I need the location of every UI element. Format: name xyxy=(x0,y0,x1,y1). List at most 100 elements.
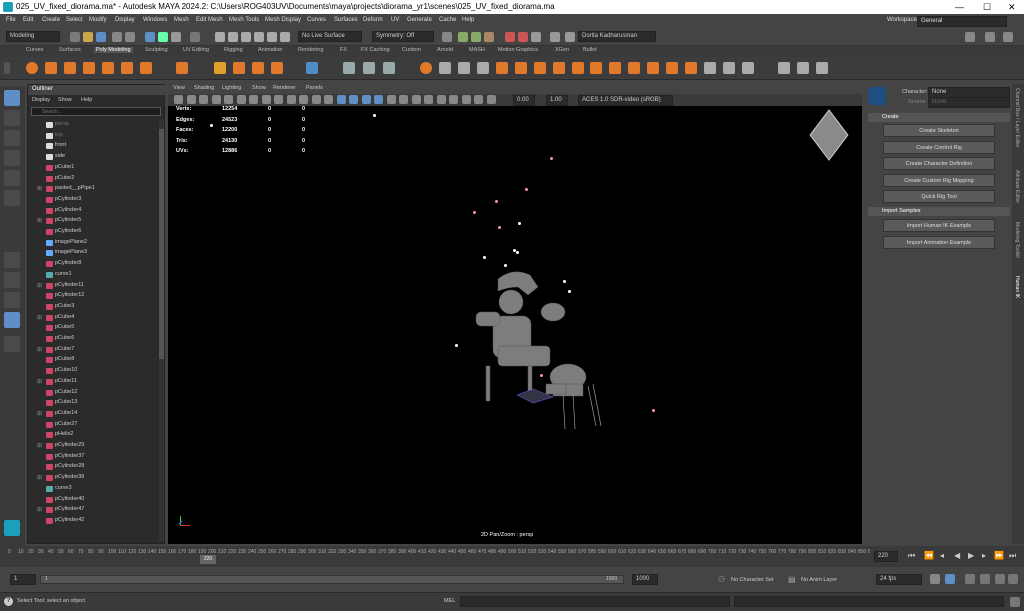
menu-windows[interactable]: Windows xyxy=(143,17,167,23)
connect-icon[interactable] xyxy=(628,62,640,74)
viewport-tool-icon[interactable] xyxy=(424,95,433,104)
viewport-3d[interactable]: 2D Pan/Zoom : persp Verts: 12254 0 0 Edges: 2… xyxy=(168,84,862,544)
poly-sphere-icon[interactable] xyxy=(26,62,38,74)
outliner-search-input[interactable] xyxy=(31,107,161,116)
point-light-icon[interactable] xyxy=(483,256,486,259)
poly-disc-icon[interactable] xyxy=(140,62,152,74)
shelf-tab-xgen[interactable]: XGen xyxy=(555,47,569,53)
create-control-rig-button[interactable]: Create Control Rig xyxy=(883,141,995,154)
snap-vertex-icon[interactable] xyxy=(280,32,290,42)
shelf-tab-rigging[interactable]: Rigging xyxy=(224,47,243,53)
render-settings-icon[interactable] xyxy=(484,32,494,42)
search-icon[interactable] xyxy=(4,336,20,352)
outliner-item[interactable]: pCube1 xyxy=(55,164,74,170)
outliner-item[interactable]: front xyxy=(55,142,66,148)
viewport-menu-panels[interactable]: Panels xyxy=(306,85,323,91)
command-input[interactable] xyxy=(460,596,730,607)
outliner-item[interactable]: pCylinder29 xyxy=(55,442,84,448)
side-tab-human-ik[interactable]: Human IK xyxy=(1014,276,1020,298)
two-view-icon[interactable] xyxy=(4,292,20,308)
outliner-item[interactable]: pCylinder39 xyxy=(55,474,84,480)
menu-display[interactable]: Display xyxy=(115,17,135,23)
viewport-tool-icon[interactable] xyxy=(411,95,421,104)
create-section-header[interactable]: Create xyxy=(868,113,1010,122)
expand-icon[interactable]: ⊞ xyxy=(37,506,42,513)
outliner-item[interactable]: imagePlane2 xyxy=(55,239,87,245)
point-light-icon[interactable] xyxy=(540,374,543,377)
brush-icon[interactable] xyxy=(797,62,809,74)
viewport-tool-icon[interactable] xyxy=(486,95,496,104)
redo-icon[interactable] xyxy=(125,32,135,42)
expand-icon[interactable]: ⊞ xyxy=(37,217,42,224)
colorspace-select[interactable]: ACES 1.0 SDR-video (sRGB) xyxy=(578,95,673,106)
outliner-item[interactable]: pCylinder37 xyxy=(55,453,84,459)
outliner-item[interactable]: pCube13 xyxy=(55,399,77,405)
viewport-tool-icon[interactable] xyxy=(299,95,308,104)
camera-icon[interactable] xyxy=(565,32,575,42)
ipr-render-icon[interactable] xyxy=(471,32,481,42)
outliner-item[interactable]: pCube12 xyxy=(55,389,77,395)
boolean-intersect-icon[interactable] xyxy=(458,62,470,74)
smooth-icon[interactable] xyxy=(383,62,395,74)
bridge-icon[interactable] xyxy=(515,62,527,74)
shelf-menu-icon[interactable] xyxy=(4,62,10,74)
viewport-tool-icon[interactable] xyxy=(449,95,458,104)
create-character-definition-button[interactable]: Create Character Definition xyxy=(883,157,995,170)
snap-view-icon[interactable] xyxy=(254,32,264,42)
viewport-tool-icon[interactable] xyxy=(336,95,346,104)
render-current-frame-icon[interactable] xyxy=(458,32,468,42)
time-slider[interactable]: 0 10 20 30 40 50 60 70 80 90 100 110 120 130 140 150 160… xyxy=(0,546,876,567)
poly-cone-icon[interactable] xyxy=(83,62,95,74)
poly-cube-icon[interactable] xyxy=(45,62,57,74)
shelf-tab-uv-editing[interactable]: UV Editing xyxy=(183,47,209,53)
outliner-item[interactable]: pasted__pPipe1 xyxy=(55,185,95,191)
menu-file[interactable]: File xyxy=(6,17,16,23)
menu-mesh[interactable]: Mesh xyxy=(174,17,189,23)
move-tool-icon[interactable] xyxy=(4,150,20,166)
exposure-field[interactable]: 1.00 xyxy=(546,95,568,106)
snap-grid-icon[interactable] xyxy=(215,32,225,42)
expand-icon[interactable]: ⊞ xyxy=(37,474,42,481)
new-scene-icon[interactable] xyxy=(70,32,80,42)
shelf-tab-motion-graphics[interactable]: Motion Graphics xyxy=(498,47,538,53)
viewport-tool-icon[interactable] xyxy=(311,95,321,104)
viewport-menu-renderer[interactable]: Renderer xyxy=(273,85,296,91)
point-light-icon[interactable] xyxy=(455,344,458,347)
outliner-item[interactable]: top xyxy=(55,132,63,138)
outliner-menu-display[interactable]: Display xyxy=(32,97,50,103)
open-scene-icon[interactable] xyxy=(83,32,93,42)
select-tool-icon[interactable] xyxy=(4,90,20,106)
menu-help[interactable]: Help xyxy=(462,17,474,23)
fill-hole-icon[interactable] xyxy=(553,62,565,74)
hypershade-icon[interactable] xyxy=(505,32,515,42)
menu-mesh-tools[interactable]: Mesh Tools xyxy=(229,17,259,23)
outliner-item[interactable]: pCylinder3 xyxy=(55,196,81,202)
outliner-scrollbar[interactable] xyxy=(159,119,164,541)
anim-layer-label[interactable]: No Anim Layer xyxy=(801,577,837,583)
outliner-item[interactable]: imagePlane3 xyxy=(55,249,87,255)
outliner-item[interactable]: pCylinder40 xyxy=(55,496,84,502)
point-light-icon[interactable] xyxy=(516,251,519,254)
range-slider[interactable]: 1 1000 xyxy=(40,575,624,584)
target-weld-icon[interactable] xyxy=(609,62,621,74)
rotate-tool-icon[interactable] xyxy=(4,170,20,186)
outliner-item[interactable]: pCube27 xyxy=(55,421,77,427)
viewport-menu-lighting[interactable]: Lighting xyxy=(222,85,241,91)
expand-icon[interactable]: ⊞ xyxy=(37,314,42,321)
shelf-tab-animation[interactable]: Animation xyxy=(258,47,282,53)
shelf-tab-mash[interactable]: MASH xyxy=(469,47,485,53)
poly-platonic-icon[interactable] xyxy=(176,62,188,74)
workspace-select[interactable]: General xyxy=(917,16,1007,27)
shelf-tab-curves[interactable]: Curves xyxy=(26,47,43,53)
import-animation-example-button[interactable]: Import Animation Example xyxy=(883,236,995,249)
outliner-item[interactable]: pCylinder28 xyxy=(55,463,84,469)
viewport-menu-shading[interactable]: Shading xyxy=(194,85,214,91)
outliner-layout-icon[interactable] xyxy=(4,312,20,328)
snap-point-icon[interactable] xyxy=(241,32,251,42)
menu-modify[interactable]: Modify xyxy=(89,17,107,23)
animation-prefs-icon[interactable] xyxy=(1008,574,1018,584)
key-icon[interactable] xyxy=(965,574,975,584)
fps-select[interactable]: 24 fps xyxy=(876,574,922,585)
viewport-menu-view[interactable]: View xyxy=(173,85,185,91)
live-surface-select[interactable]: No Live Surface xyxy=(298,31,362,42)
